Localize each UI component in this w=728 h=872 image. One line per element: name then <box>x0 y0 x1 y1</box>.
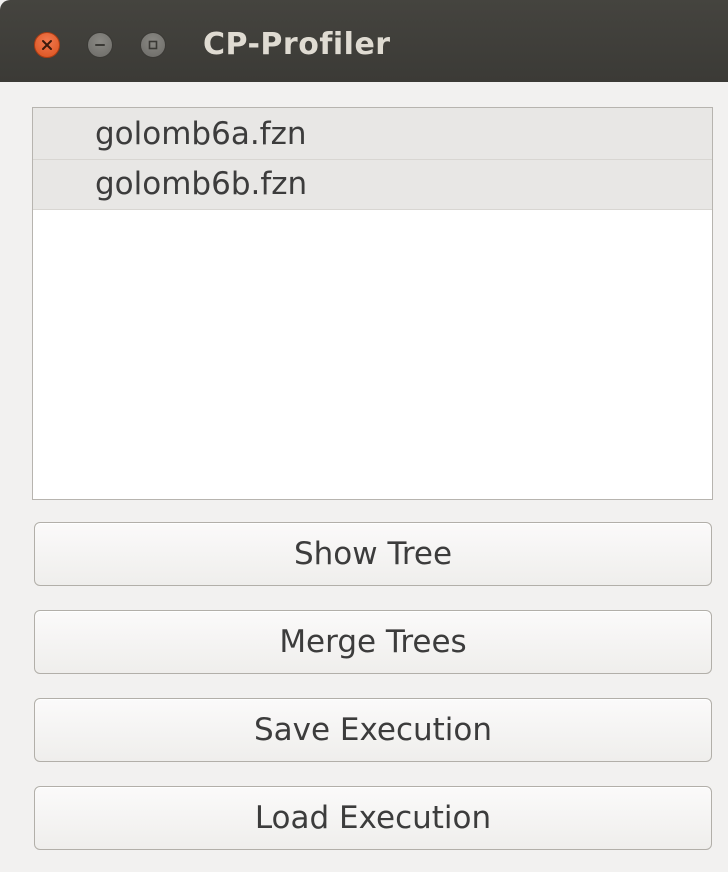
window-title: CP-Profiler <box>203 27 391 62</box>
save-execution-button[interactable]: Save Execution <box>34 698 712 762</box>
maximize-button[interactable] <box>140 32 166 58</box>
close-button[interactable] <box>34 32 60 58</box>
minimize-button[interactable] <box>87 32 113 58</box>
list-item[interactable]: golomb6b.fzn <box>33 160 712 210</box>
close-icon <box>42 40 52 50</box>
maximize-icon <box>148 40 158 50</box>
title-bar[interactable]: CP-Profiler <box>0 0 728 82</box>
show-tree-button[interactable]: Show Tree <box>34 522 712 586</box>
merge-trees-button[interactable]: Merge Trees <box>34 610 712 674</box>
load-execution-button[interactable]: Load Execution <box>34 786 712 850</box>
execution-list[interactable]: golomb6a.fzn golomb6b.fzn <box>32 107 713 500</box>
list-item[interactable]: golomb6a.fzn <box>33 108 712 160</box>
main-window: CP-Profiler golomb6a.fzn golomb6b.fzn Sh… <box>0 0 728 872</box>
minimize-icon <box>95 44 105 46</box>
